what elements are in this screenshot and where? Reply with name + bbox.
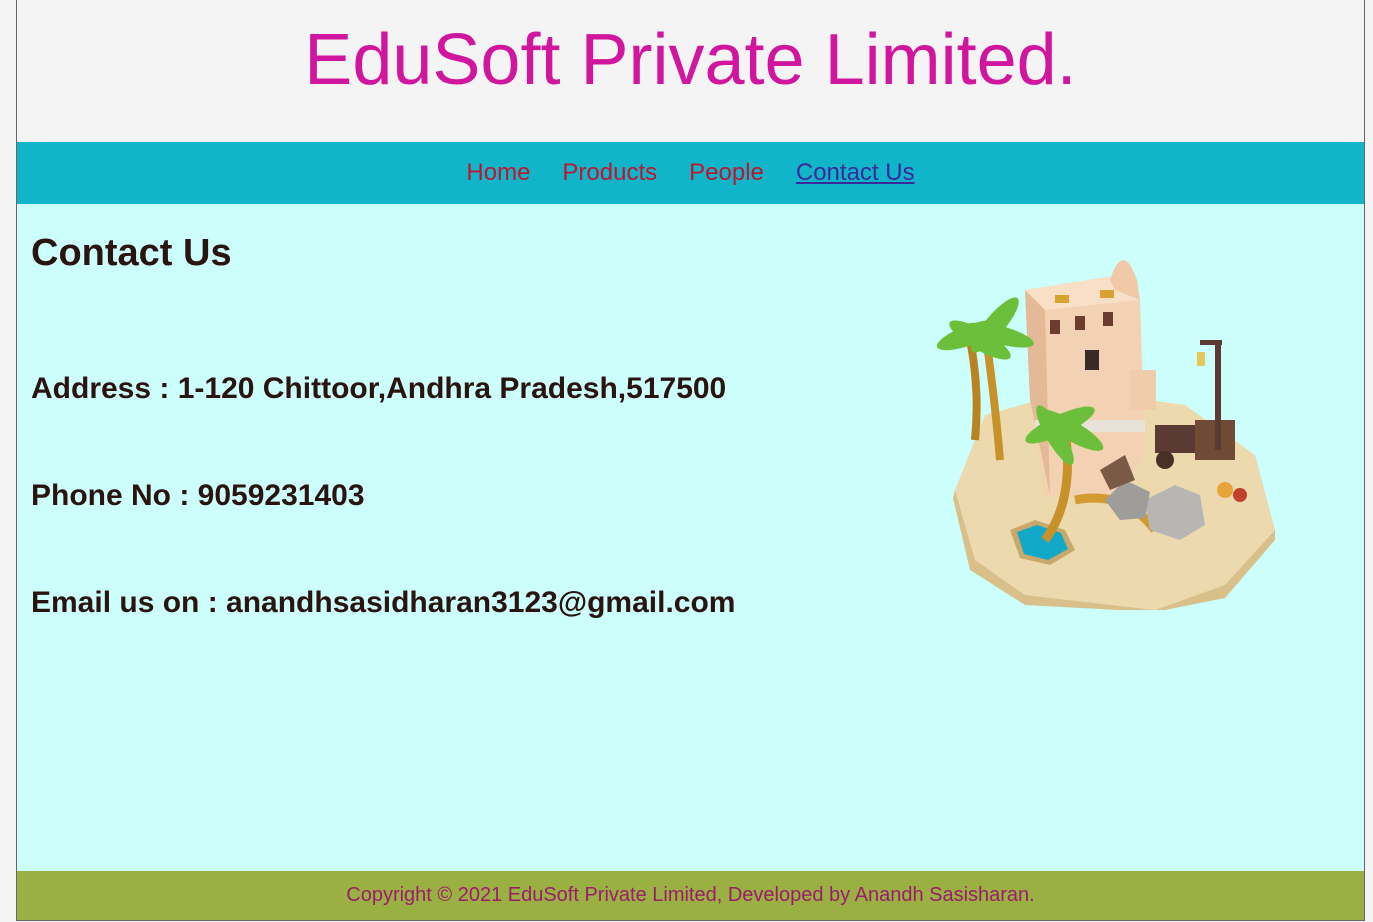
site-title: EduSoft Private Limited. — [304, 20, 1077, 100]
email-text: Email us on : anandhsasidharan3123@gmail… — [31, 586, 736, 619]
nav-item-contact: Contact Us — [796, 142, 915, 204]
address-text: Address : 1-120 Chittoor,Andhra Pradesh,… — [31, 372, 727, 405]
nav-item-people: People — [689, 142, 764, 204]
nav-item-home: Home — [466, 142, 530, 204]
nav-link-people[interactable]: People — [689, 159, 764, 186]
copyright-text: Copyright © 2021 EduSoft Private Limited… — [346, 884, 1035, 906]
navbar: Home Products People Contact Us — [17, 142, 1364, 204]
main-content: Contact Us Address : 1-120 Chittoor,Andh… — [17, 204, 1364, 871]
nav-link-products[interactable]: Products — [562, 159, 657, 186]
site-footer: Copyright © 2021 EduSoft Private Limited… — [17, 871, 1364, 920]
nav-list: Home Products People Contact Us — [17, 142, 1364, 204]
nav-link-contact-us[interactable]: Contact Us — [796, 159, 915, 186]
phone-text: Phone No : 9059231403 — [31, 479, 365, 512]
nav-link-home[interactable]: Home — [466, 159, 530, 186]
page-heading: Contact Us — [31, 232, 232, 274]
site-header: EduSoft Private Limited. — [17, 0, 1364, 142]
desert-island-tower-illustration — [936, 260, 1275, 610]
nav-item-products: Products — [562, 142, 657, 204]
page-container: EduSoft Private Limited. Home Products P… — [16, 0, 1365, 921]
